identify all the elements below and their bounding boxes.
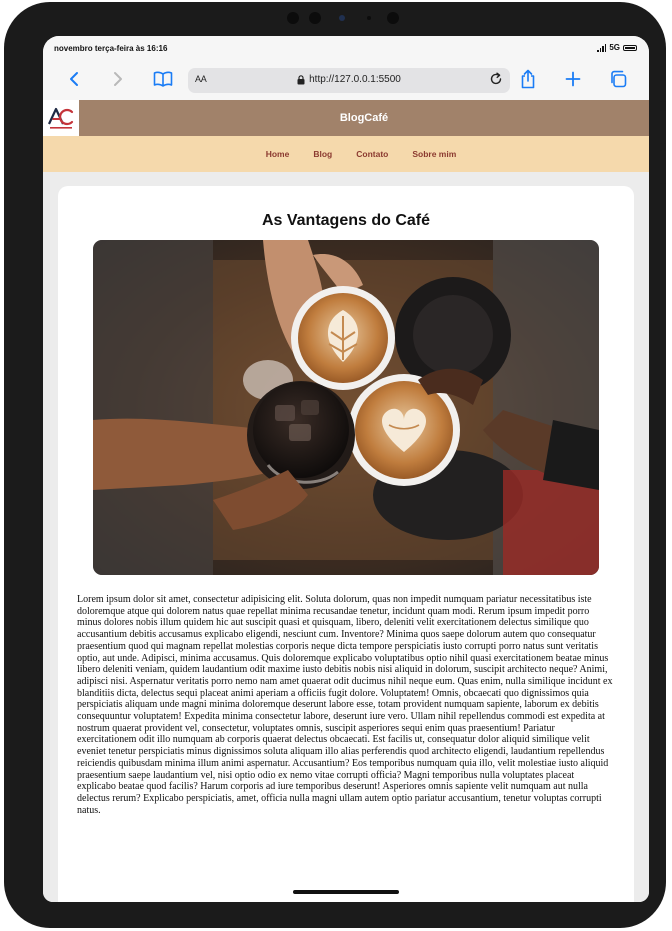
- signal-icon: [597, 43, 607, 52]
- volume-down-button: [660, 150, 666, 184]
- share-icon: [521, 69, 535, 89]
- web-page: BlogCafé Home Blog Contato Sobre mim As …: [43, 100, 649, 902]
- lock-icon: [297, 74, 305, 84]
- post-image: [93, 240, 599, 575]
- network-label: 5G: [609, 43, 620, 52]
- coffee-cheers-photo: [93, 240, 599, 575]
- front-camera: [287, 10, 407, 26]
- tabs-button[interactable]: [607, 68, 629, 90]
- tabs-icon: [611, 70, 627, 88]
- site-header: BlogCafé: [43, 100, 649, 136]
- chevron-right-icon: [114, 72, 122, 86]
- status-indicators: 5G: [597, 43, 637, 52]
- book-icon: [153, 71, 173, 87]
- browser-toolbar: AA http://127.0.0.1:5500: [43, 60, 649, 101]
- screen: novembro terça-feira às 16:16 5G AA http…: [43, 36, 649, 902]
- reload-button[interactable]: [489, 72, 503, 91]
- battery-icon: [623, 44, 637, 51]
- site-brand[interactable]: BlogCafé: [79, 100, 649, 136]
- reload-icon: [490, 72, 502, 85]
- forward-button[interactable]: [107, 68, 129, 90]
- ac-logo: [48, 107, 74, 129]
- nav-link-sobre-mim[interactable]: Sobre mim: [412, 149, 456, 159]
- post-body: Lorem ipsum dolor sit amet, consectetur …: [77, 594, 613, 816]
- url-text: http://127.0.0.1:5500: [309, 74, 401, 85]
- side-button: [660, 80, 666, 102]
- chevron-left-icon: [70, 72, 78, 86]
- site-logo[interactable]: [43, 100, 79, 136]
- tablet-frame: novembro terça-feira às 16:16 5G AA http…: [4, 2, 666, 928]
- post-title: As Vantagens do Café: [261, 212, 431, 229]
- share-button[interactable]: [517, 68, 539, 90]
- post-card: As Vantagens do Café Lorem ipsum dolor s…: [58, 186, 634, 902]
- address-bar[interactable]: AA http://127.0.0.1:5500: [188, 68, 510, 93]
- nav-link-blog[interactable]: Blog: [313, 149, 332, 159]
- plus-icon: [565, 71, 581, 87]
- back-button[interactable]: [63, 68, 85, 90]
- status-time: novembro terça-feira às 16:16: [54, 44, 168, 53]
- url-display: http://127.0.0.1:5500: [188, 74, 510, 85]
- volume-up-button: [660, 110, 666, 144]
- bookmarks-button[interactable]: [152, 68, 174, 90]
- new-tab-button[interactable]: [562, 68, 584, 90]
- home-indicator[interactable]: [293, 890, 399, 894]
- nav-link-home[interactable]: Home: [266, 149, 290, 159]
- status-bar: novembro terça-feira às 16:16 5G: [43, 36, 649, 60]
- nav-link-contato[interactable]: Contato: [356, 149, 388, 159]
- site-nav: Home Blog Contato Sobre mim: [43, 136, 649, 172]
